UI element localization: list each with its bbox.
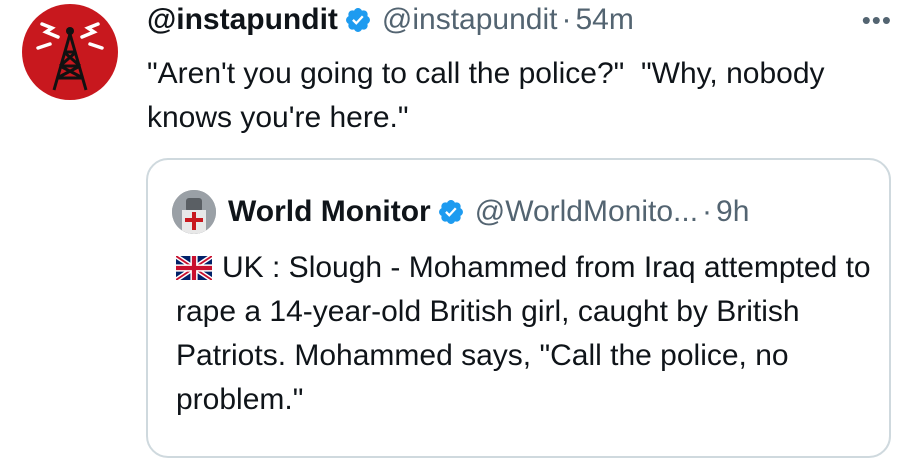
quoted-author-name[interactable]: World Monitor [228, 195, 431, 229]
knight-avatar-icon [172, 190, 216, 234]
separator-dot: · [561, 3, 572, 36]
author-name[interactable]: @instapundit [147, 3, 338, 37]
quoted-tweet-text: UK : Slough - Mohammed from Iraq attempt… [176, 251, 871, 416]
ellipsis-icon[interactable]: ••• [862, 7, 892, 33]
author-avatar[interactable] [22, 4, 118, 100]
tweet-text: "Aren't you going to call the police?" "… [147, 57, 833, 134]
uk-flag-icon [176, 256, 212, 280]
verified-badge-icon [438, 200, 463, 224]
tweet-header: @instapundit @instapundit · 54m [147, 0, 634, 40]
quoted-author-avatar[interactable] [172, 190, 216, 234]
author-handle[interactable]: @instapundit [382, 3, 558, 37]
tweet-timestamp[interactable]: 54m [575, 3, 633, 37]
separator-dot: · [702, 195, 713, 228]
quoted-tweet-header: World Monitor @WorldMonito... · 9h [172, 189, 749, 235]
verified-badge-icon [345, 8, 370, 32]
quoted-tweet-text-block: UK : Slough - Mohammed from Iraq attempt… [176, 246, 876, 422]
quoted-tweet-timestamp[interactable]: 9h [716, 195, 749, 229]
quoted-author-handle[interactable]: @WorldMonito... [475, 195, 698, 229]
radio-tower-icon [36, 22, 104, 91]
